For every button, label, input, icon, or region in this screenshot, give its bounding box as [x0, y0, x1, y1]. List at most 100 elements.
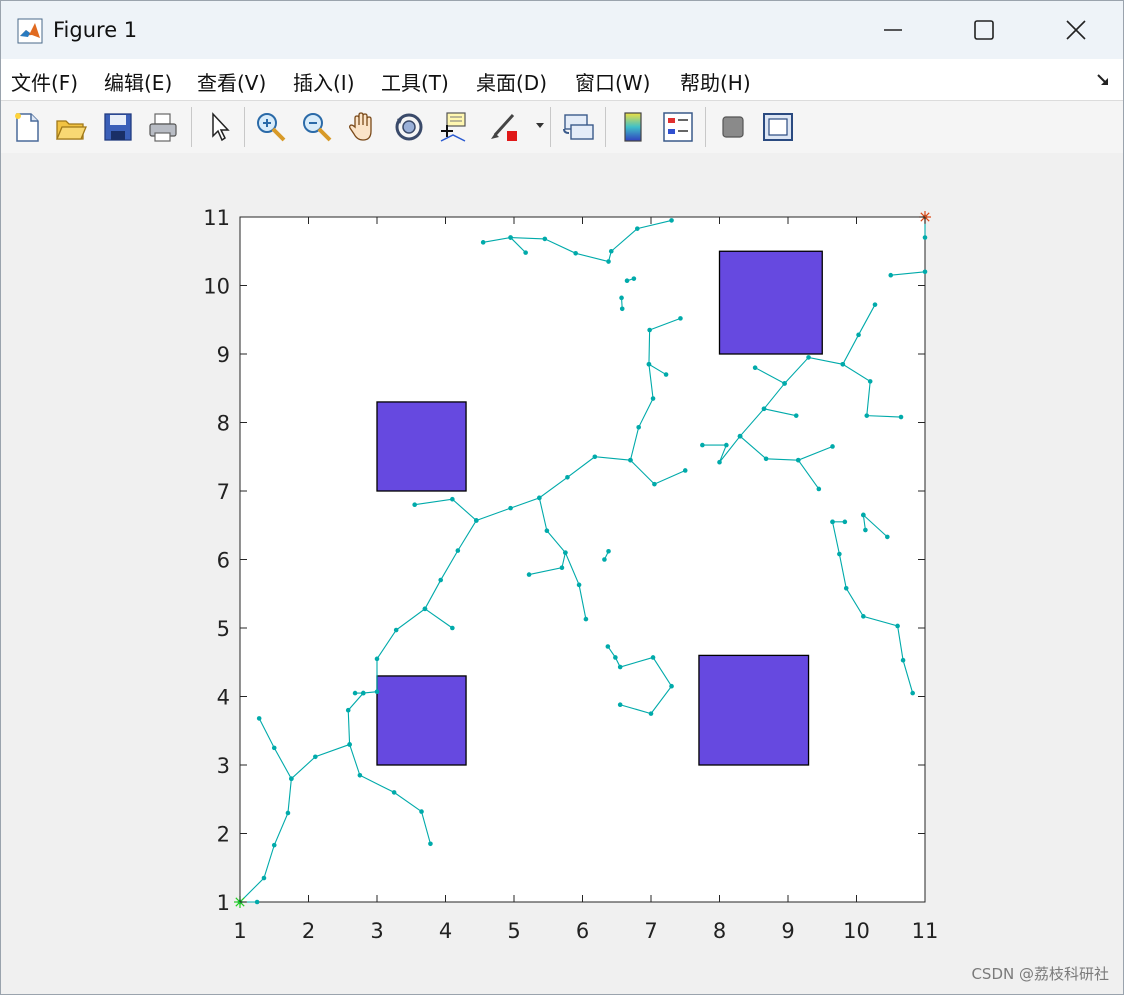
- obstacle-rect: [376, 675, 467, 766]
- link-plot-icon[interactable]: [561, 109, 597, 145]
- toolbar-separator: [244, 107, 245, 147]
- figure-canvas: 1 2 3 4 5 6 7 8 9 10 11 1 2 3 4 5 6 7 8 9 10 11 CSDN @荔枝科研社: [1, 153, 1123, 994]
- maximize-button[interactable]: [938, 1, 1030, 59]
- menu-view[interactable]: 查看(V): [197, 67, 266, 96]
- tree-node: [843, 585, 849, 591]
- y-tick-label: 10: [203, 275, 230, 299]
- save-icon[interactable]: [100, 109, 136, 145]
- close-button[interactable]: [1030, 1, 1122, 59]
- x-tick-label: 7: [644, 919, 657, 943]
- tree-node: [480, 240, 486, 245]
- tree-node: [646, 361, 652, 367]
- tree-node: [563, 550, 568, 555]
- tree-node: [256, 716, 262, 721]
- x-tick-label: 9: [781, 919, 794, 943]
- tree-node: [602, 557, 607, 562]
- rotate-3d-icon[interactable]: [391, 109, 427, 145]
- open-file-icon[interactable]: [53, 109, 89, 145]
- menu-help[interactable]: 帮助(H): [680, 67, 751, 96]
- rrt-plot[interactable]: 1 2 3 4 5 6 7 8 9 10 111234567891011: [1, 153, 1123, 994]
- tree-node: [617, 702, 623, 708]
- legend-icon[interactable]: [660, 109, 696, 145]
- y-tick-label: 1: [217, 891, 230, 915]
- zoom-in-icon[interactable]: [253, 109, 289, 145]
- print-icon[interactable]: [145, 109, 181, 145]
- tree-node: [648, 711, 654, 716]
- toolbar-separator: [705, 107, 706, 147]
- show-plot-tools-icon[interactable]: [760, 109, 796, 145]
- menu-desktop[interactable]: 桌面(D): [476, 67, 547, 96]
- x-tick-label: 6: [576, 919, 589, 943]
- tree-node: [842, 519, 848, 525]
- zoom-out-icon[interactable]: [299, 109, 335, 145]
- tree-node: [345, 707, 351, 713]
- tree-node: [647, 327, 652, 333]
- brush-icon[interactable]: [485, 109, 521, 145]
- y-tick-label: 9: [217, 343, 230, 367]
- toolbar-separator: [605, 107, 606, 147]
- x-tick-label: 1: [233, 919, 246, 943]
- new-figure-icon[interactable]: [9, 109, 45, 145]
- x-tick-label: 8: [713, 919, 726, 943]
- brush-dropdown-icon[interactable]: [536, 123, 544, 128]
- menu-file[interactable]: 文件(F): [11, 67, 78, 96]
- tree-node: [261, 875, 267, 881]
- tree-node: [544, 528, 550, 534]
- tree-node: [357, 772, 363, 778]
- tree-node: [678, 316, 683, 321]
- tree-node: [619, 295, 624, 301]
- tree-node: [669, 218, 674, 223]
- minimize-button[interactable]: [847, 1, 939, 59]
- tree-node: [840, 361, 846, 367]
- tree-node: [922, 235, 928, 240]
- tree-node: [450, 625, 455, 631]
- menu-tools[interactable]: 工具(T): [381, 67, 449, 96]
- y-tick-label: 2: [217, 823, 230, 847]
- tree-node: [830, 444, 835, 449]
- tree-node: [608, 248, 614, 254]
- dock-arrow-icon[interactable]: [1095, 72, 1111, 88]
- tree-node: [455, 548, 461, 553]
- menu-window[interactable]: 窗口(W): [575, 67, 650, 96]
- tree-node: [864, 413, 870, 418]
- y-tick-label: 6: [217, 549, 230, 573]
- tree-node: [542, 236, 548, 242]
- maximize-icon: [974, 20, 994, 40]
- tree-node: [271, 745, 277, 751]
- menu-insert[interactable]: 插入(I): [293, 67, 355, 96]
- pan-hand-icon[interactable]: [345, 109, 381, 145]
- tree-node: [631, 276, 637, 281]
- tree-node: [763, 456, 769, 462]
- tree-node: [605, 644, 611, 649]
- data-cursor-icon[interactable]: [437, 109, 473, 145]
- tree-node: [617, 664, 623, 670]
- edit-plot-arrow-icon[interactable]: [201, 109, 237, 145]
- tree-node: [526, 572, 532, 577]
- colorbar-icon[interactable]: [615, 109, 651, 145]
- tree-node: [867, 379, 873, 384]
- title-bar[interactable]: Figure 1: [1, 1, 1123, 59]
- tree-node: [861, 614, 866, 619]
- tree-node: [922, 269, 928, 275]
- tree-node: [830, 519, 835, 525]
- tree-node: [508, 505, 513, 511]
- tree-node: [438, 577, 444, 583]
- tree-node: [583, 616, 589, 622]
- tree-node: [635, 226, 640, 231]
- menu-edit[interactable]: 编辑(E): [104, 67, 172, 96]
- tree-node: [565, 475, 570, 480]
- tree-node: [652, 481, 657, 487]
- tree-node: [724, 442, 729, 448]
- tree-node: [374, 656, 380, 662]
- tree-node: [576, 582, 582, 588]
- hide-plot-tools-icon[interactable]: [715, 109, 751, 145]
- y-tick-label: 4: [217, 686, 230, 710]
- matlab-logo-icon: [17, 18, 43, 44]
- tree-node: [900, 657, 906, 663]
- tree-node: [663, 372, 669, 377]
- tree-node: [559, 565, 565, 571]
- toolbar-separator: [191, 107, 192, 147]
- tree-node: [636, 424, 641, 430]
- tree-node: [313, 754, 318, 760]
- tree-node: [650, 655, 656, 660]
